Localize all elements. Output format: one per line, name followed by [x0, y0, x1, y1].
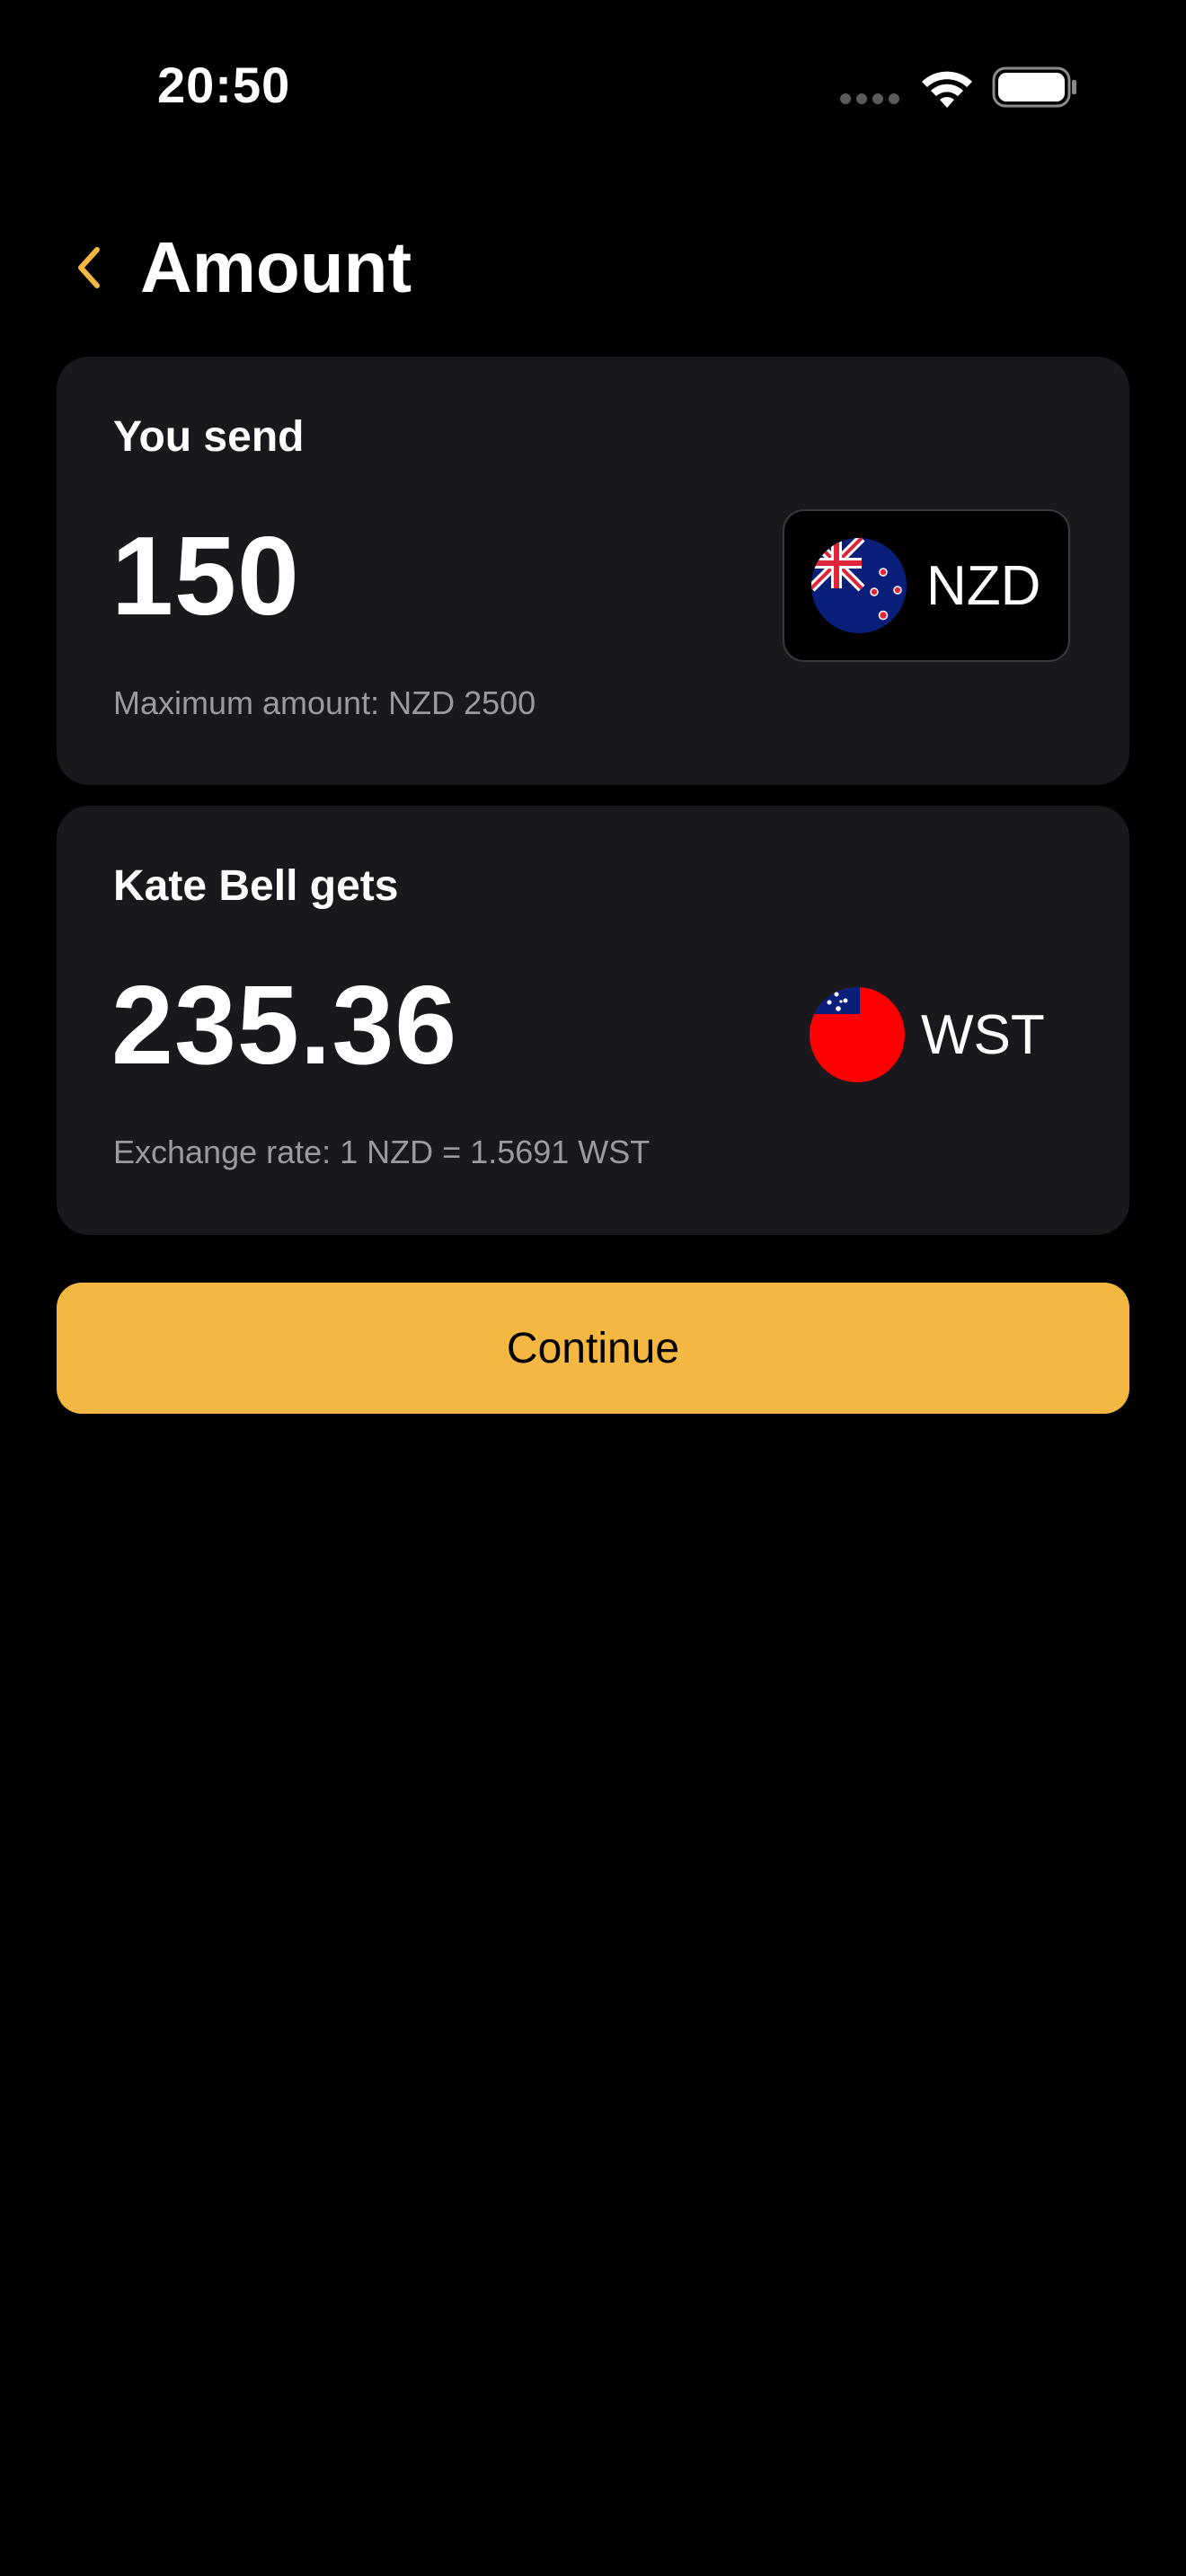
receive-amount: 235.36: [111, 964, 458, 1088]
status-bar: 20:50: [0, 0, 1186, 171]
exchange-rate-note: Exchange rate: 1 NZD = 1.5691 WST: [113, 1134, 651, 1170]
receive-currency-code: WST: [921, 1004, 1045, 1066]
receive-card: Kate Bell gets 235.36 WST Exchange rate:…: [57, 806, 1129, 1235]
signal-icon: [840, 93, 899, 104]
send-label: You send: [113, 413, 305, 461]
receive-currency: WST: [783, 958, 1070, 1111]
battery-icon: [992, 66, 1076, 108]
status-time: 20:50: [157, 57, 291, 113]
send-currency-selector[interactable]: NZD: [783, 509, 1070, 662]
new-zealand-flag-icon: [811, 538, 907, 633]
receive-label: Kate Bell gets: [113, 862, 399, 910]
send-amount-input[interactable]: 150: [111, 514, 300, 640]
send-currency-code: NZD: [926, 555, 1041, 617]
samoa-flag-icon: [810, 987, 905, 1082]
wifi-icon: [922, 71, 972, 108]
page-title: Amount: [140, 227, 412, 307]
max-amount-note: Maximum amount: NZD 2500: [113, 684, 536, 721]
chevron-left-icon[interactable]: [68, 241, 108, 295]
send-card: You send 150 NZD Maximum amount: NZD 250…: [57, 357, 1129, 785]
continue-button[interactable]: Continue: [57, 1283, 1129, 1414]
